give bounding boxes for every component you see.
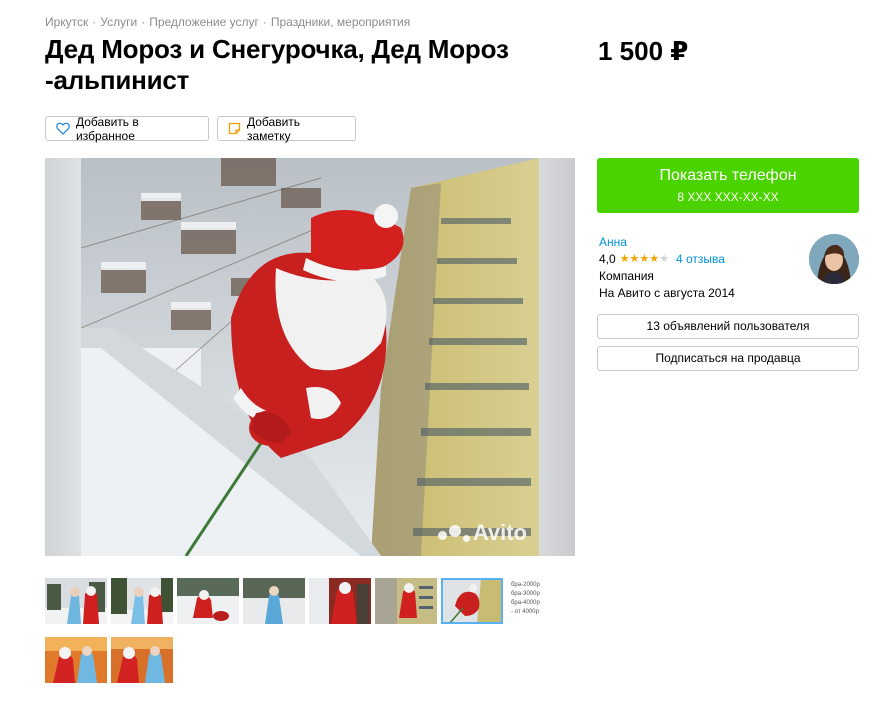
avito-watermark: Avito — [437, 520, 527, 546]
seller-listings-button[interactable]: 13 объявлений пользователя — [597, 314, 859, 339]
note-icon — [228, 122, 241, 135]
seller-reviews-link[interactable]: 4 отзыва — [676, 251, 725, 268]
gallery-blur-right — [539, 158, 575, 556]
subscribe-seller-button[interactable]: Подписаться на продавца — [597, 346, 859, 371]
add-note-label: Добавить заметку — [247, 114, 301, 143]
show-phone-button[interactable]: Показать телефон 8 XXX XXX-XX-XX — [597, 158, 859, 213]
breadcrumb-holidays[interactable]: Праздники, мероприятия — [271, 15, 410, 29]
seller-rating-value: 4,0 — [599, 252, 616, 266]
seller-info: Анна 4,0 ★★★★★ 4 отзыва Компания На Авит… — [599, 234, 735, 302]
heart-icon — [56, 122, 70, 135]
price-list-line: - от 4000р — [511, 609, 539, 615]
breadcrumb: Иркутск · Услуги · Предложение услуг · Праздни… — [45, 15, 410, 29]
seller-type: Компания — [599, 269, 654, 283]
show-phone-label: Показать телефон — [659, 167, 797, 184]
photo-gallery[interactable]: Avito — [45, 158, 575, 556]
breadcrumb-city[interactable]: Иркутск — [45, 15, 88, 29]
thumbnail[interactable] — [375, 578, 437, 624]
seller-avatar[interactable] — [809, 234, 859, 284]
seller-rating: 4,0 ★★★★★ 4 отзыва — [599, 251, 735, 268]
breadcrumb-services[interactable]: Услуги — [100, 15, 137, 29]
breadcrumb-separator: · — [262, 15, 267, 29]
listing-title: Дед Мороз и Снегурочка, Дед Мороз -альпи… — [45, 34, 509, 95]
thumbnail-selected[interactable] — [441, 578, 503, 624]
breadcrumb-separator: · — [92, 15, 97, 29]
avito-logo-icon — [437, 524, 470, 542]
seller-since: На Авито с августа 2014 — [599, 286, 735, 300]
avito-watermark-text: Avito — [472, 520, 527, 545]
add-to-favorites-button[interactable]: Добавить в избранное — [45, 114, 209, 143]
listing-price: 1 500 ₽ — [598, 36, 689, 66]
thumbnail[interactable] — [111, 637, 173, 683]
thumbnail-price-list[interactable]: бра-2000р бра-3000р бра-4000р - от 4000р — [507, 578, 569, 624]
thumbnail[interactable] — [309, 578, 371, 624]
thumbnail[interactable] — [177, 578, 239, 624]
breadcrumb-offers[interactable]: Предложение услуг — [149, 15, 259, 29]
price-list-line: бра-4000р — [511, 600, 540, 606]
thumbnail[interactable] — [243, 578, 305, 624]
add-to-favorites-label: Добавить в избранное — [76, 114, 139, 143]
thumbnail[interactable] — [111, 578, 173, 624]
seller-name[interactable]: Анна — [599, 234, 735, 251]
rating-stars-icon: ★★★★★ — [619, 253, 670, 265]
main-photo[interactable] — [81, 158, 539, 556]
price-list-line: бра-3000р — [511, 591, 540, 597]
breadcrumb-separator: · — [141, 15, 146, 29]
gallery-blur-left — [45, 158, 81, 556]
phone-masked: 8 XXX XXX-XX-XX — [677, 190, 779, 204]
price-list-line: бра-2000р — [511, 582, 540, 588]
thumbnail[interactable] — [45, 637, 107, 683]
thumbnail[interactable] — [45, 578, 107, 624]
add-note-button[interactable]: Добавить заметку — [217, 114, 356, 143]
